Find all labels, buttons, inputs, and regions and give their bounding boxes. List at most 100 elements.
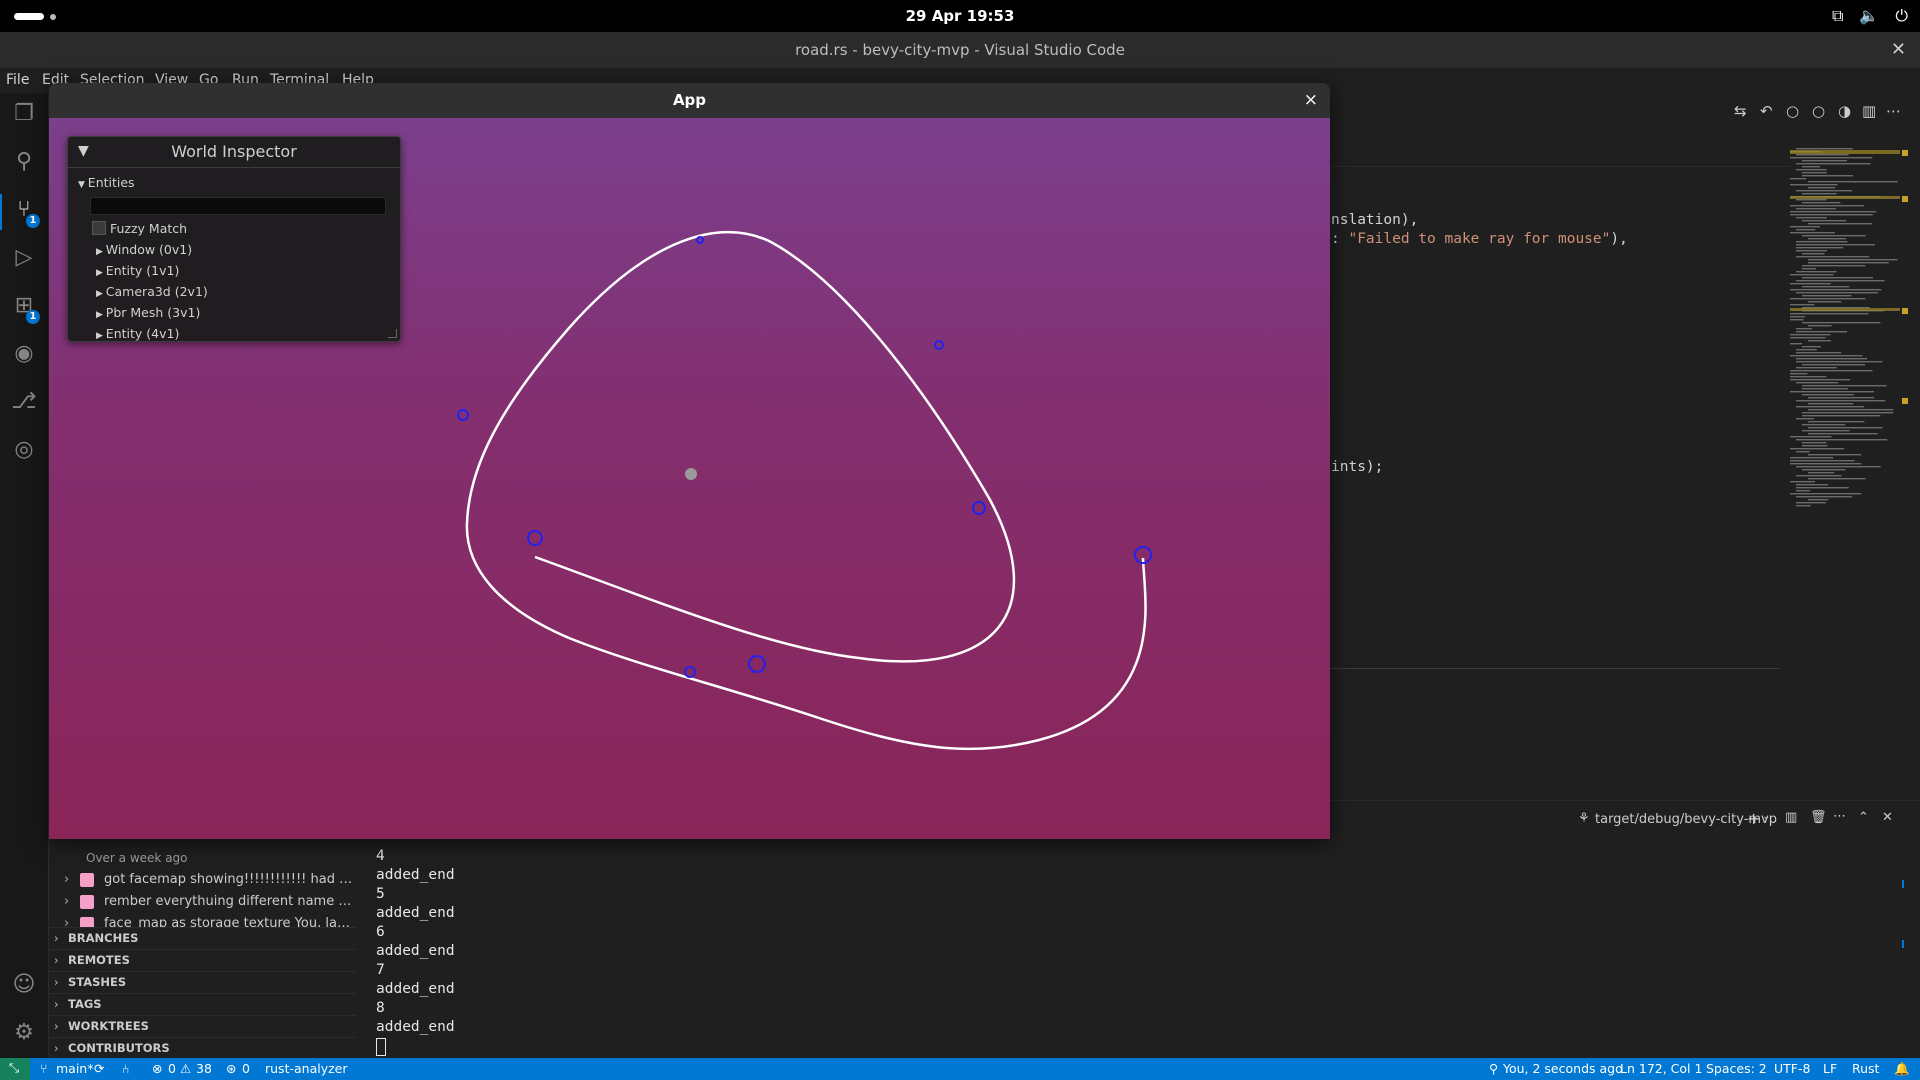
minimap-line <box>1790 334 1831 336</box>
section-remotes[interactable]: › REMOTES <box>48 949 356 971</box>
maximize-panel-icon[interactable]: ⌃ <box>1858 810 1869 825</box>
minimap-line <box>1802 394 1854 396</box>
notifications-icon[interactable]: 🔔 <box>1894 1061 1910 1077</box>
chevron-down-icon[interactable]: ⌄ <box>1762 811 1770 822</box>
sphere-object[interactable] <box>685 468 697 480</box>
minimap-line <box>1808 262 1889 264</box>
commit-item[interactable]: › face_map as storage texture You, last … <box>64 914 354 928</box>
section-tags[interactable]: › TAGS <box>48 993 356 1015</box>
section-branches[interactable]: › BRANCHES <box>48 927 356 949</box>
minimap-line <box>1790 379 1851 381</box>
section-worktrees[interactable]: › WORKTREES <box>48 1015 356 1037</box>
fuzzy-match-checkbox[interactable] <box>92 221 106 235</box>
entity-item[interactable]: ▶ Entity (1v1) <box>96 263 179 278</box>
inspector-header[interactable]: ▼ World Inspector <box>68 137 400 168</box>
encoding[interactable]: UTF-8 <box>1774 1061 1810 1076</box>
line-ending[interactable]: LF <box>1823 1061 1837 1076</box>
3d-viewport[interactable]: ▼ World Inspector ▼ Entities Fuzzy Match… <box>49 118 1330 839</box>
commit-group-label: Over a week ago <box>86 851 188 865</box>
menu-file[interactable]: File <box>6 72 29 88</box>
split-editor-icon[interactable]: ▥ <box>1862 102 1876 120</box>
commit-item[interactable]: › got facemap showing!!!!!!!!!!!! had to… <box>64 870 354 891</box>
minimap-line <box>1790 157 1873 159</box>
control-point[interactable] <box>696 236 704 244</box>
open-changes-icon[interactable]: ⇆ <box>1734 102 1747 120</box>
accounts-icon[interactable]: ☺ <box>10 971 38 999</box>
control-point[interactable] <box>748 655 766 673</box>
entities-section[interactable]: ▼ Entities <box>78 175 135 190</box>
run-debug-icon[interactable]: ▷ <box>10 244 38 272</box>
cursor-position[interactable]: Ln 172, Col 1 <box>1620 1061 1702 1076</box>
control-point[interactable] <box>527 530 543 546</box>
entity-item[interactable]: ▶ Pbr Mesh (3v1) <box>96 305 200 320</box>
explorer-icon[interactable]: ❐ <box>10 100 38 128</box>
app-close-button[interactable]: × <box>1304 83 1318 118</box>
fork-icon[interactable]: ⑃ <box>122 1061 130 1076</box>
error-icon[interactable]: ⊗ <box>152 1061 162 1076</box>
app-title: App <box>672 91 707 109</box>
commit-item[interactable]: › rember everythuing different name in w… <box>64 892 354 913</box>
ports-icon[interactable]: ⊛ <box>226 1061 236 1076</box>
revert-icon[interactable]: ↶ <box>1760 102 1773 120</box>
minimap-line <box>1790 448 1845 450</box>
close-panel-icon[interactable]: ✕ <box>1882 810 1893 825</box>
branch-name[interactable]: main* <box>56 1061 93 1076</box>
code-line-fragment[interactable]: : "Failed to make ray for mouse"), <box>1331 231 1628 247</box>
code-line-fragment[interactable]: ints); <box>1331 459 1383 475</box>
warning-icon[interactable]: ⚠ <box>180 1061 191 1076</box>
entity-item[interactable]: ▶ Window (0v1) <box>96 242 192 257</box>
trash-icon[interactable]: 🗑 <box>1810 810 1827 825</box>
triangle-right-icon: ▶ <box>96 331 106 341</box>
minimap-line <box>1802 469 1846 471</box>
warning-count[interactable]: 38 <box>196 1061 212 1076</box>
minimap-line <box>1802 424 1846 426</box>
terminal-cursor[interactable] <box>376 1038 386 1056</box>
more-actions-icon[interactable]: ⋯ <box>1833 809 1846 824</box>
new-terminal-icon[interactable]: + <box>1747 809 1760 828</box>
vscode-title-bar: road.rs - bevy-city-mvp - Visual Studio … <box>0 32 1920 69</box>
control-point[interactable] <box>684 666 696 678</box>
minimap[interactable] <box>1790 148 1910 518</box>
power-icon[interactable]: ⏻ <box>1895 6 1908 26</box>
minimap-line <box>1802 175 1853 177</box>
search-icon[interactable]: ⚲ <box>10 148 38 176</box>
next-change-icon[interactable]: ○ <box>1812 102 1825 120</box>
timeline-icon[interactable]: ◎ <box>10 436 38 464</box>
close-window-button[interactable]: ✕ <box>1891 32 1906 68</box>
window-title: road.rs - bevy-city-mvp - Visual Studio … <box>795 41 1125 59</box>
ports-count[interactable]: 0 <box>242 1061 250 1076</box>
timeline-toggle-icon[interactable]: ◑ <box>1838 102 1851 120</box>
section-stashes[interactable]: › STASHES <box>48 971 356 993</box>
entity-search-input[interactable] <box>90 197 386 215</box>
indentation[interactable]: Spaces: 2 <box>1706 1061 1767 1076</box>
entity-item[interactable]: ▶ Camera3d (2v1) <box>96 284 208 299</box>
control-point[interactable] <box>972 501 986 515</box>
remote-indicator[interactable]: ⤡ <box>0 1058 30 1080</box>
previous-change-icon[interactable]: ○ <box>1786 102 1799 120</box>
resize-handle[interactable] <box>388 329 397 338</box>
language-server-status[interactable]: rust-analyzer <box>265 1061 348 1076</box>
git-blame[interactable]: You, 2 seconds ago <box>1503 1061 1623 1076</box>
minimap-line <box>1796 208 1837 210</box>
language-mode[interactable]: Rust <box>1852 1061 1879 1076</box>
code-line-fragment[interactable]: nslation), <box>1331 212 1418 228</box>
section-contributors[interactable]: › CONTRIBUTORS <box>48 1037 356 1059</box>
sync-icon[interactable]: ⟳ <box>94 1061 104 1076</box>
minimap-line <box>1790 343 1803 345</box>
minimap-line <box>1796 247 1844 249</box>
volume-icon[interactable]: 🔈 <box>1859 6 1879 26</box>
settings-gear-icon[interactable]: ⚙ <box>10 1019 38 1047</box>
git-graph-icon[interactable]: ⎇ <box>10 388 38 416</box>
network-icon[interactable]: ⧉ <box>1832 6 1843 26</box>
github-icon[interactable]: ◉ <box>10 340 38 368</box>
terminal-output-line: added_end <box>376 943 455 959</box>
entity-item[interactable]: ▶ Entity (4v1) <box>96 326 179 341</box>
control-point[interactable] <box>934 340 944 350</box>
split-terminal-icon[interactable]: ▥ <box>1785 810 1797 825</box>
system-clock[interactable]: 29 Apr 19:53 <box>0 0 1920 32</box>
error-count[interactable]: 0 <box>168 1061 176 1076</box>
control-point[interactable] <box>457 409 469 421</box>
more-actions-icon[interactable]: ⋯ <box>1886 102 1901 120</box>
minimap-line <box>1796 256 1870 258</box>
editor-divider <box>1330 668 1780 669</box>
